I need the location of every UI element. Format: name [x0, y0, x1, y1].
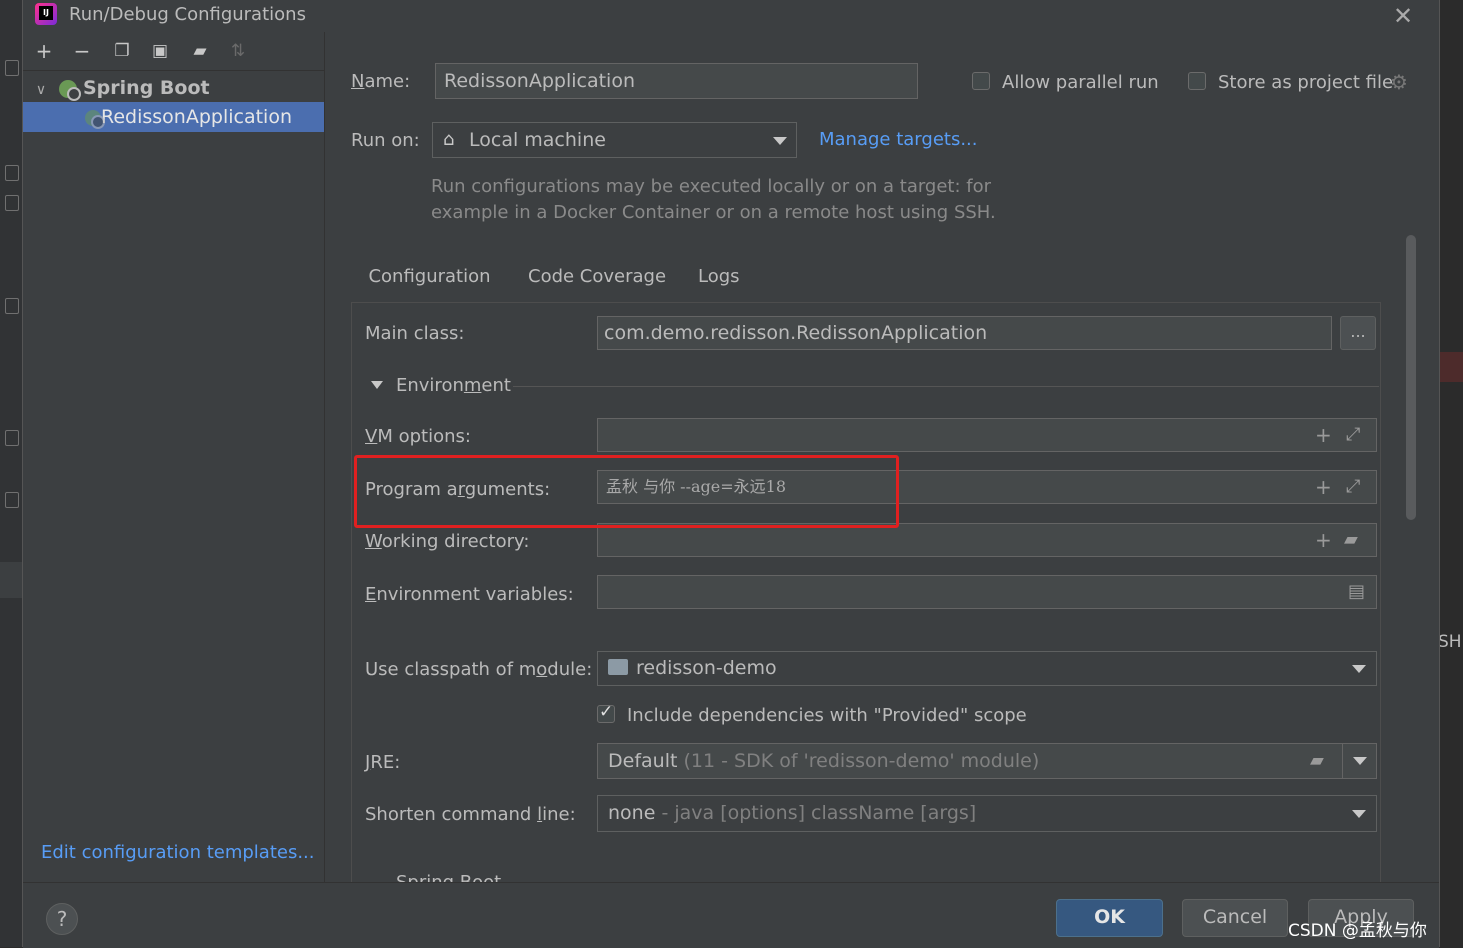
edit-configuration-templates-link[interactable]: Edit configuration templates...: [41, 842, 315, 863]
chevron-down-icon: [1352, 665, 1366, 673]
chevron-down-icon: [1353, 757, 1367, 765]
run-on-value: Local machine: [469, 129, 606, 151]
name-label: Name:: [351, 71, 411, 92]
intellij-logo-icon: [35, 3, 57, 25]
environment-section-title[interactable]: Environment: [396, 375, 511, 396]
close-icon[interactable]: ✕: [1393, 2, 1413, 30]
tree-item-redisson-application[interactable]: RedissonApplication: [23, 102, 324, 132]
chevron-down-icon[interactable]: ∨: [23, 75, 59, 105]
section-divider: [513, 386, 1379, 387]
jre-input[interactable]: Default (11 - SDK of 'redisson-demo' mod…: [597, 743, 1343, 779]
ok-button[interactable]: OK: [1056, 899, 1163, 937]
run-on-hint: Run configurations may be executed local…: [431, 176, 996, 223]
vertical-scrollbar[interactable]: [1406, 235, 1416, 520]
spring-boot-app-icon: [85, 109, 105, 129]
expand-icon[interactable]: ⤢: [1346, 419, 1360, 451]
gear-icon[interactable]: ⚙: [1390, 70, 1408, 94]
home-icon: ⌂: [443, 129, 455, 150]
environment-variables-input[interactable]: ▤: [597, 575, 1377, 609]
run-on-dropdown[interactable]: ⌂ Local machine: [432, 122, 797, 158]
classpath-module-dropdown[interactable]: redisson-demo: [597, 651, 1377, 686]
tree-item-label: RedissonApplication: [101, 106, 293, 128]
new-folder-icon[interactable]: ▰: [187, 38, 213, 64]
tab-logs[interactable]: Logs: [698, 262, 740, 302]
shorten-command-line-dropdown[interactable]: none - java [options] className [args]: [597, 795, 1377, 832]
expand-icon[interactable]: ⤢: [1346, 471, 1360, 503]
tab-code-coverage[interactable]: Code Coverage: [528, 262, 666, 302]
shorten-command-line-label: Shorten command line:: [365, 804, 576, 825]
browse-main-class-button[interactable]: ...: [1340, 316, 1376, 350]
chevron-down-icon[interactable]: [371, 381, 383, 389]
chevron-down-icon: [1352, 810, 1366, 818]
spring-boot-icon: [59, 79, 81, 101]
remove-icon[interactable]: −: [69, 38, 95, 64]
run-debug-dialog: Run/Debug Configurations ✕ + − ❐ ▣ ▰ ⇅ ∨…: [22, 0, 1440, 948]
spring-boot-section-title[interactable]: Spring Boot: [396, 872, 501, 882]
help-button[interactable]: ?: [46, 903, 78, 935]
jre-label: JRE:: [365, 752, 401, 773]
gutter-marker: [5, 430, 19, 446]
highlight-annotation-box: [354, 455, 899, 528]
ide-gutter: [0, 0, 22, 947]
ide-editor-right: SH: [1438, 0, 1463, 947]
console-text: SH: [1438, 632, 1462, 652]
sort-icon[interactable]: ⇅: [225, 38, 251, 64]
gutter-marker: [5, 165, 19, 181]
main-class-label: Main class:: [365, 323, 465, 344]
folder-icon[interactable]: ▰: [1310, 744, 1324, 778]
module-icon: [608, 659, 628, 675]
name-input[interactable]: RedissonApplication: [435, 63, 918, 99]
cancel-button[interactable]: Cancel: [1182, 899, 1288, 937]
error-line-highlight: [1438, 352, 1463, 382]
tree-toolbar: + − ❐ ▣ ▰ ⇅: [23, 32, 324, 71]
run-on-label: Run on:: [351, 130, 420, 151]
include-provided-deps-checkbox[interactable]: [597, 702, 615, 723]
watermark-text: CSDN @孟秋与你: [1288, 921, 1427, 941]
jre-dropdown-button[interactable]: [1342, 743, 1377, 779]
ide-bar: [0, 562, 22, 598]
dialog-button-bar: ? OK Cancel Apply: [23, 882, 1439, 948]
document-icon[interactable]: ▤: [1348, 576, 1365, 608]
save-icon[interactable]: ▣: [147, 38, 173, 64]
vm-options-label: VM options:: [365, 426, 471, 447]
tree-group-spring-boot[interactable]: ∨ Spring Boot: [23, 73, 324, 103]
store-as-project-file-label: Store as project file: [1218, 72, 1394, 93]
include-provided-deps-label: Include dependencies with "Provided" sco…: [627, 705, 1027, 726]
working-directory-input[interactable]: + ▰: [597, 523, 1377, 557]
add-icon[interactable]: +: [31, 38, 57, 64]
main-class-input[interactable]: com.demo.redisson.RedissonApplication: [597, 316, 1332, 350]
copy-icon[interactable]: ❐: [109, 38, 135, 64]
configurations-tree-panel: + − ❐ ▣ ▰ ⇅ ∨ Spring Boot RedissonApplica…: [23, 32, 325, 882]
dialog-title: Run/Debug Configurations: [69, 4, 306, 25]
gutter-marker: [5, 298, 19, 314]
gutter-marker: [5, 492, 19, 508]
allow-parallel-run-checkbox[interactable]: [972, 72, 990, 90]
title-bar: Run/Debug Configurations ✕: [23, 0, 1439, 32]
folder-icon[interactable]: ▰: [1344, 524, 1358, 556]
chevron-down-icon: [773, 137, 787, 145]
manage-targets-link[interactable]: Manage targets...: [819, 129, 978, 150]
working-directory-label: Working directory:: [365, 531, 530, 552]
gutter-marker: [5, 195, 19, 211]
plus-icon[interactable]: +: [1315, 471, 1332, 503]
plus-icon[interactable]: +: [1315, 419, 1332, 451]
store-as-project-file-checkbox[interactable]: [1188, 72, 1206, 90]
classpath-module-label: Use classpath of module:: [365, 659, 593, 680]
vm-options-input[interactable]: + ⤢: [597, 418, 1377, 452]
environment-variables-label: Environment variables:: [365, 584, 574, 605]
tree-group-label: Spring Boot: [83, 77, 210, 99]
plus-icon[interactable]: +: [1315, 524, 1332, 556]
tab-configuration[interactable]: Configuration: [351, 262, 508, 305]
allow-parallel-run-label: Allow parallel run: [1002, 72, 1159, 93]
gutter-marker: [5, 60, 19, 76]
